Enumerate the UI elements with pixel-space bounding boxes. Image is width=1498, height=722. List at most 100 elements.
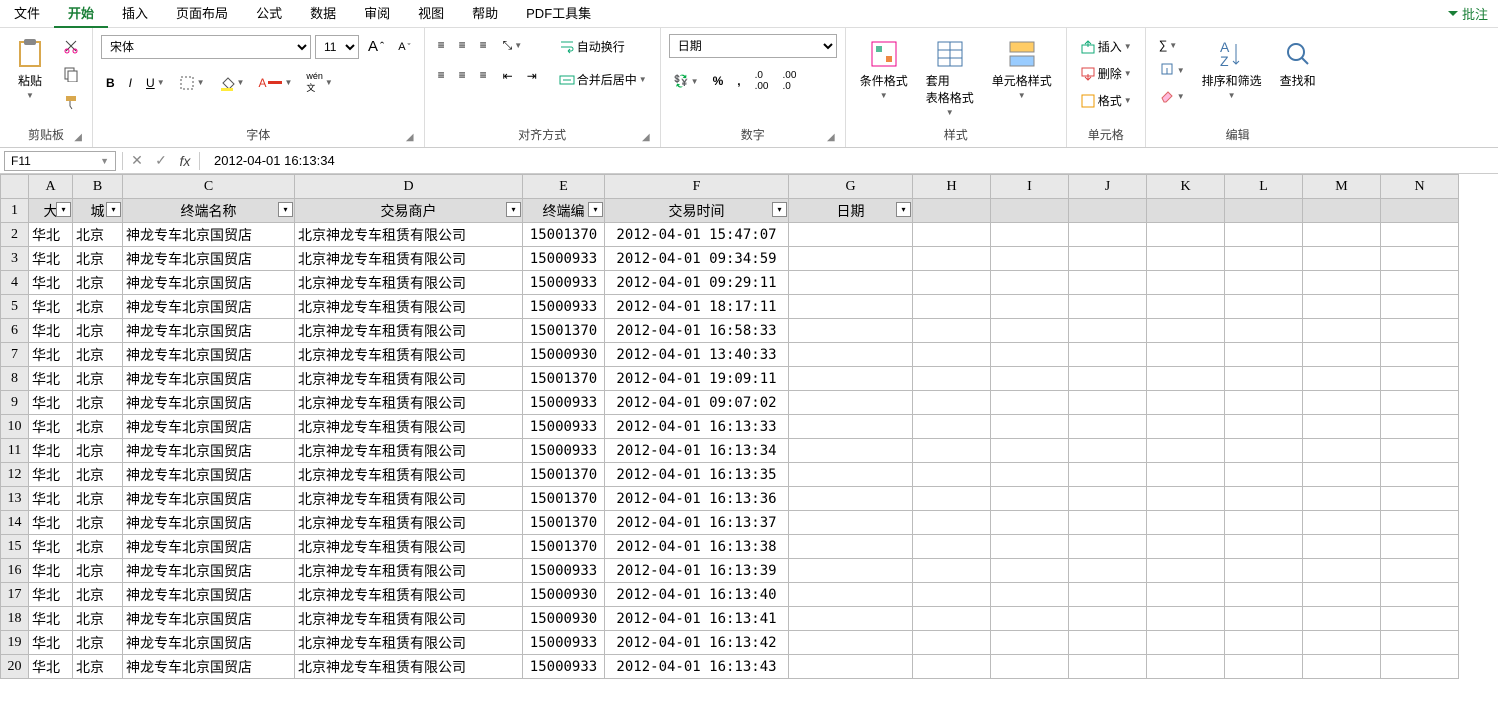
cell[interactable]	[1303, 487, 1381, 511]
cell[interactable]: 神龙专车北京国贸店	[123, 223, 295, 247]
cell[interactable]	[1147, 247, 1225, 271]
cell[interactable]	[1381, 439, 1459, 463]
cell[interactable]: 华北	[29, 559, 73, 583]
cell[interactable]: 北京神龙专车租赁有限公司	[295, 511, 523, 535]
cell[interactable]	[991, 343, 1069, 367]
fx-button[interactable]: fx	[173, 153, 197, 169]
cell[interactable]	[789, 631, 913, 655]
cell[interactable]: 2012-04-01 16:13:37	[605, 511, 789, 535]
cell[interactable]	[913, 631, 991, 655]
cell[interactable]: 华北	[29, 631, 73, 655]
fill-button[interactable]: ▼	[1154, 58, 1190, 82]
cell[interactable]: 神龙专车北京国贸店	[123, 247, 295, 271]
cell[interactable]	[1147, 223, 1225, 247]
decrease-indent-button[interactable]: ⇤	[498, 65, 518, 87]
cell[interactable]: 15000930	[523, 343, 605, 367]
cell[interactable]	[1225, 463, 1303, 487]
cell[interactable]: 15000933	[523, 391, 605, 415]
cell[interactable]: 北京	[73, 655, 123, 679]
cell[interactable]	[1147, 583, 1225, 607]
cell[interactable]: 北京	[73, 391, 123, 415]
cancel-formula-button[interactable]: ✕	[125, 152, 149, 169]
cell[interactable]: 华北	[29, 415, 73, 439]
cell[interactable]	[913, 367, 991, 391]
cell[interactable]	[789, 367, 913, 391]
cell[interactable]	[991, 559, 1069, 583]
cell[interactable]	[789, 535, 913, 559]
header-cell[interactable]: 交易商户▾	[295, 199, 523, 223]
cell[interactable]: 北京神龙专车租赁有限公司	[295, 487, 523, 511]
cell[interactable]: 15000933	[523, 247, 605, 271]
cell[interactable]	[789, 247, 913, 271]
cell[interactable]: 2012-04-01 09:29:11	[605, 271, 789, 295]
number-format-select[interactable]: 日期	[669, 34, 837, 58]
cell[interactable]: 北京	[73, 271, 123, 295]
cell[interactable]	[789, 559, 913, 583]
cell[interactable]	[991, 367, 1069, 391]
cell[interactable]	[913, 535, 991, 559]
cell[interactable]: 2012-04-01 16:13:38	[605, 535, 789, 559]
header-cell[interactable]	[1303, 199, 1381, 223]
header-cell[interactable]	[1381, 199, 1459, 223]
cell[interactable]	[913, 607, 991, 631]
menu-页面布局[interactable]: 页面布局	[162, 0, 242, 28]
find-select-button[interactable]: 查找和	[1274, 34, 1322, 93]
cell[interactable]	[1069, 271, 1147, 295]
header-cell[interactable]: 日期▾	[789, 199, 913, 223]
cell[interactable]: 神龙专车北京国贸店	[123, 439, 295, 463]
decrease-decimal-button[interactable]: .00.0	[778, 66, 802, 96]
menu-插入[interactable]: 插入	[108, 0, 162, 28]
cell[interactable]: 华北	[29, 655, 73, 679]
cell[interactable]	[1381, 391, 1459, 415]
cell[interactable]: 北京神龙专车租赁有限公司	[295, 631, 523, 655]
cell[interactable]	[789, 487, 913, 511]
row-header[interactable]: 5	[1, 295, 29, 319]
cell[interactable]: 神龙专车北京国贸店	[123, 295, 295, 319]
cell[interactable]	[1147, 439, 1225, 463]
cell[interactable]: 北京神龙专车租赁有限公司	[295, 367, 523, 391]
merge-center-button[interactable]: 合并后居中▼	[554, 67, 652, 92]
cell[interactable]	[1147, 271, 1225, 295]
row-header[interactable]: 1	[1, 199, 29, 223]
cell[interactable]	[1147, 631, 1225, 655]
cell[interactable]: 北京	[73, 343, 123, 367]
format-painter-button[interactable]	[58, 90, 84, 114]
cell[interactable]	[1147, 295, 1225, 319]
filter-dropdown-icon[interactable]: ▾	[106, 202, 121, 217]
cell[interactable]	[789, 655, 913, 679]
cell[interactable]: 华北	[29, 391, 73, 415]
cell[interactable]	[1303, 367, 1381, 391]
cell[interactable]	[1303, 583, 1381, 607]
cell[interactable]: 2012-04-01 16:13:40	[605, 583, 789, 607]
cell[interactable]	[991, 223, 1069, 247]
row-header[interactable]: 12	[1, 463, 29, 487]
cell[interactable]	[1225, 343, 1303, 367]
cell[interactable]	[1303, 295, 1381, 319]
col-header-E[interactable]: E	[523, 175, 605, 199]
cell[interactable]	[1225, 295, 1303, 319]
cell[interactable]	[913, 247, 991, 271]
align-top-button[interactable]: ≡	[433, 34, 450, 56]
cell[interactable]	[1225, 535, 1303, 559]
cell[interactable]	[1069, 319, 1147, 343]
cell[interactable]	[1069, 439, 1147, 463]
cell[interactable]	[913, 319, 991, 343]
cell[interactable]	[1069, 295, 1147, 319]
col-header-B[interactable]: B	[73, 175, 123, 199]
dialog-launcher-icon[interactable]: ◢	[827, 132, 835, 143]
cell[interactable]: 神龙专车北京国贸店	[123, 367, 295, 391]
cell[interactable]	[991, 319, 1069, 343]
row-header[interactable]: 11	[1, 439, 29, 463]
cell[interactable]	[1069, 343, 1147, 367]
cell[interactable]: 15001370	[523, 319, 605, 343]
conditional-format-button[interactable]: 条件格式▼	[854, 34, 914, 104]
dialog-launcher-icon[interactable]: ◢	[406, 132, 414, 143]
cell[interactable]: 北京	[73, 631, 123, 655]
cell[interactable]: 神龙专车北京国贸店	[123, 391, 295, 415]
cell[interactable]: 2012-04-01 16:13:35	[605, 463, 789, 487]
cell[interactable]	[789, 583, 913, 607]
col-header-M[interactable]: M	[1303, 175, 1381, 199]
cell[interactable]	[913, 655, 991, 679]
cell[interactable]: 北京	[73, 367, 123, 391]
delete-cells-button[interactable]: 删除▼	[1075, 61, 1137, 86]
